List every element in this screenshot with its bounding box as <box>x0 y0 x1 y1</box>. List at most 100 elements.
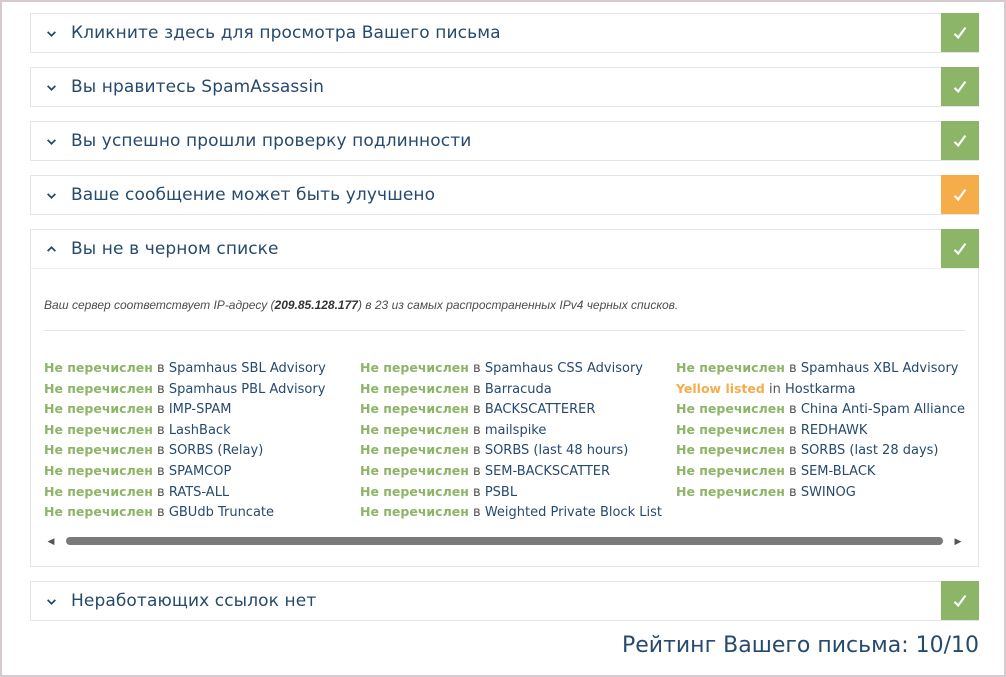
blacklist-name: Barracuda <box>484 381 552 397</box>
listing-status: Не перечислен <box>44 380 153 396</box>
blacklist-name: Spamhaus XBL Advisory <box>800 361 959 376</box>
blacklist-column: Не перечислен в Spamhaus SBL Advisory Не … <box>44 360 360 525</box>
in-word: в <box>789 463 797 479</box>
blacklist-name: LashBack <box>168 422 231 438</box>
scroll-thumb[interactable] <box>66 537 943 545</box>
blacklist-name: BACKSCATTERER <box>484 402 596 418</box>
in-word: в <box>473 463 481 479</box>
scroll-right-icon[interactable]: ▶ <box>951 534 965 548</box>
blacklist-intro: Ваш сервер соответствует IP-адресу (209.… <box>44 289 965 331</box>
list-item: Не перечислен в SWINOG <box>676 484 976 505</box>
panel-header[interactable]: Кликните здесь для просмотра Вашего пись… <box>31 13 979 52</box>
in-word: в <box>789 484 797 500</box>
list-item: Не перечислен в Spamhaus XBL Advisory <box>676 360 976 381</box>
panel-broken-links[interactable]: Неработающих ссылок нет <box>30 581 979 621</box>
blacklist-name: SORBS (last 48 hours) <box>484 443 629 459</box>
in-word: в <box>473 381 481 397</box>
panel-title: Кликните здесь для просмотра Вашего пись… <box>71 23 501 43</box>
listing-status: Не перечислен <box>676 360 785 375</box>
blacklist-name: China Anti-Spam Alliance <box>800 402 965 418</box>
blacklist-name: SEM-BLACK <box>800 463 876 479</box>
blacklist-name: PSBL <box>484 484 518 500</box>
in-word: в <box>473 484 481 500</box>
list-item: Не перечислен в SORBS (last 28 days) <box>676 442 976 463</box>
panel-title: Ваше сообщение может быть улучшено <box>71 185 436 205</box>
in-word: в <box>473 505 481 521</box>
list-item: Не перечислен в Spamhaus SBL Advisory <box>44 360 360 381</box>
listing-status: Не перечислен <box>676 483 785 499</box>
check-icon <box>941 229 979 268</box>
intro-text: Ваш сервер соответствует IP-адресу ( <box>44 298 275 312</box>
list-item: Не перечислен в Barracuda <box>360 381 676 402</box>
list-item: Не перечислен в GBUdb Truncate <box>44 504 360 525</box>
listing-status: Не перечислен <box>44 462 153 478</box>
listing-status: Не перечислен <box>360 380 469 396</box>
panel-header[interactable]: Вы успешно прошли проверку подлинности <box>31 121 979 160</box>
list-item: Не перечислен в REDHAWK <box>676 422 976 443</box>
listing-status: Не перечислен <box>676 401 785 417</box>
blacklist-name: Spamhaus CSS Advisory <box>484 361 643 376</box>
blacklist-name: SPAMCOP <box>168 463 232 479</box>
in-word: в <box>789 361 797 376</box>
blacklist-name: Spamhaus PBL Advisory <box>168 381 326 397</box>
score-label: Рейтинг Вашего письма: 10/10 <box>621 633 979 658</box>
panel-header[interactable]: Вы не в черном списке <box>31 229 979 268</box>
blacklist-name: REDHAWK <box>800 422 868 438</box>
blacklist-name: SORBS (last 28 days) <box>800 443 939 459</box>
blacklist-name: Hostkarma <box>785 381 856 397</box>
scroll-track[interactable] <box>58 536 951 546</box>
in-word: в <box>789 422 797 438</box>
check-icon <box>941 67 979 106</box>
blacklist-name: Weighted Private Block List <box>484 505 662 521</box>
listing-status: Не перечислен <box>360 504 469 520</box>
listing-status: Не перечислен <box>44 360 153 375</box>
check-icon <box>941 581 979 620</box>
listing-status: Не перечислен <box>676 421 785 437</box>
panel-view-message[interactable]: Кликните здесь для просмотра Вашего пись… <box>30 13 979 53</box>
listing-status: Не перечислен <box>44 401 153 417</box>
blacklist-name: mailspike <box>484 422 547 438</box>
list-item: Не перечислен в Spamhaus PBL Advisory <box>44 381 360 402</box>
list-item: Не перечислен в mailspike <box>360 422 676 443</box>
chevron-down-icon <box>31 68 71 106</box>
blacklist-column: Не перечислен в Spamhaus CSS Advisory Не … <box>360 360 676 525</box>
panel-header[interactable]: Ваше сообщение может быть улучшено <box>31 175 979 214</box>
horizontal-scrollbar[interactable]: ◀ ▶ <box>44 534 965 548</box>
blacklist-grid: Не перечислен в Spamhaus SBL Advisory Не … <box>44 360 965 525</box>
blacklist-body: Ваш сервер соответствует IP-адресу (209.… <box>31 268 978 566</box>
listing-status: Не перечислен <box>44 483 153 499</box>
listing-status: Не перечислен <box>360 401 469 417</box>
blacklist-name: RATS-ALL <box>168 484 230 500</box>
panel-authentication[interactable]: Вы успешно прошли проверку подлинности <box>30 121 979 161</box>
in-word: в <box>157 463 165 479</box>
scroll-left-icon[interactable]: ◀ <box>44 534 58 548</box>
in-word: в <box>157 443 165 459</box>
in-word: в <box>157 402 165 418</box>
panel-title: Вы успешно прошли проверку подлинности <box>71 131 472 151</box>
list-item: Не перечислен в SORBS (Relay) <box>44 442 360 463</box>
panel-spamassassin[interactable]: Вы нравитесь SpamAssassin <box>30 67 979 107</box>
check-icon <box>941 13 979 52</box>
panel-header[interactable]: Вы нравитесь SpamAssassin <box>31 67 979 106</box>
listing-status: Не перечислен <box>360 421 469 437</box>
list-item: Не перечислен в Spamhaus CSS Advisory <box>360 360 676 381</box>
list-item: Не перечислен в SEM-BACKSCATTER <box>360 463 676 484</box>
chevron-down-icon <box>31 14 71 52</box>
blacklist-name: SORBS (Relay) <box>168 443 264 459</box>
chevron-up-icon <box>31 230 71 268</box>
list-item: Не перечислен в China Anti-Spam Alliance <box>676 401 976 422</box>
in-word: in <box>769 381 781 397</box>
list-item: Не перечислен в SEM-BLACK <box>676 463 976 484</box>
in-word: в <box>157 484 165 500</box>
list-item: Не перечислен в BACKSCATTERER <box>360 401 676 422</box>
chevron-down-icon <box>31 122 71 160</box>
check-icon <box>941 121 979 160</box>
listing-status: Не перечислен <box>44 504 153 520</box>
list-item: Yellow listed in Hostkarma <box>676 381 976 402</box>
blacklist-column: Не перечислен в Spamhaus XBL Advisory Yel… <box>676 360 976 525</box>
list-item: Не перечислен в PSBL <box>360 484 676 505</box>
panel-header[interactable]: Неработающих ссылок нет <box>31 581 979 620</box>
list-item: Не перечислен в RATS-ALL <box>44 484 360 505</box>
panel-blacklist[interactable]: Вы не в черном списке Ваш сервер соответ… <box>30 229 979 567</box>
panel-improvements[interactable]: Ваше сообщение может быть улучшено <box>30 175 979 215</box>
